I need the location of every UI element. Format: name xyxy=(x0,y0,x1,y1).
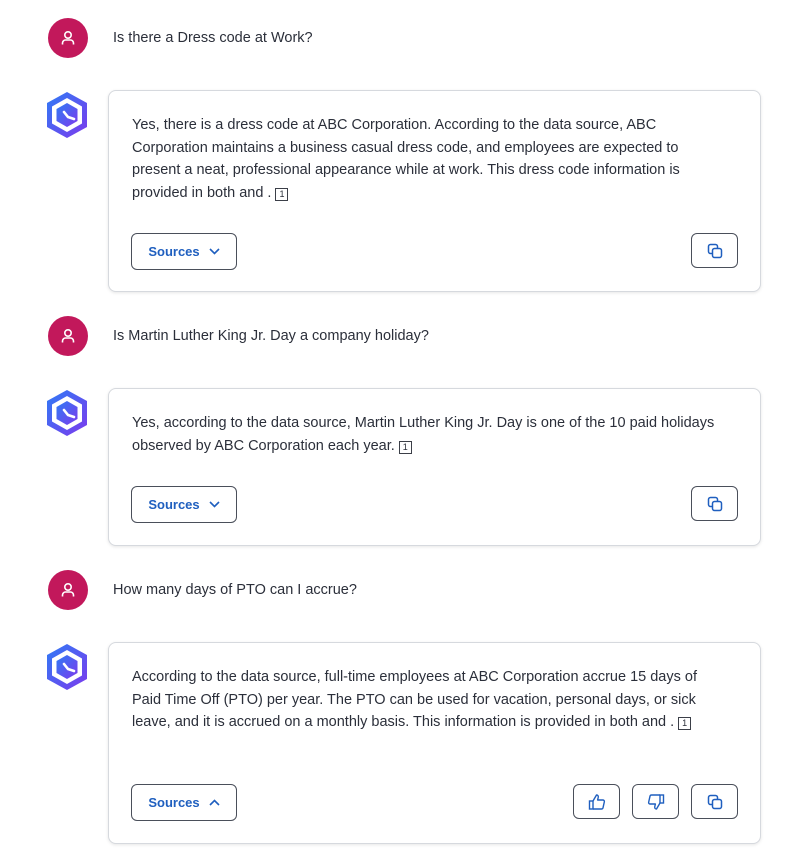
user-avatar xyxy=(48,570,88,610)
copy-icon xyxy=(707,243,722,258)
chevron-down-icon xyxy=(209,248,220,255)
user-question: Is there a Dress code at Work? xyxy=(113,30,313,46)
answer-text: Yes, according to the data source, Marti… xyxy=(132,415,715,454)
citation-marker[interactable]: 1 xyxy=(275,187,289,201)
citation-marker[interactable]: 1 xyxy=(678,717,692,730)
user-question: Is Martin Luther King Jr. Day a company … xyxy=(113,328,429,344)
sources-button[interactable]: Sources xyxy=(131,784,237,821)
user-avatar xyxy=(48,316,88,356)
thumbs-down-button[interactable] xyxy=(632,784,679,819)
assistant-response-text: Yes, according to the data source, Marti… xyxy=(132,412,730,457)
copy-icon xyxy=(707,794,722,809)
chevron-down-icon xyxy=(209,501,220,508)
assistant-response-card: Yes, according to the data source, Marti… xyxy=(108,388,761,546)
sources-button[interactable]: Sources xyxy=(131,486,237,523)
sources-label: Sources xyxy=(148,244,200,259)
citation-marker[interactable]: 1 xyxy=(398,440,412,454)
user-question: How many days of PTO can I accrue? xyxy=(113,582,357,598)
copy-button[interactable] xyxy=(691,233,738,268)
answer-text: According to the data source, full-time … xyxy=(132,669,697,730)
user-icon xyxy=(61,30,75,45)
sources-label: Sources xyxy=(148,497,200,512)
thumbs-up-button[interactable] xyxy=(573,784,620,819)
answer-text: Yes, there is a dress code at ABC Corpor… xyxy=(132,117,680,201)
thumbs-down-icon xyxy=(647,793,664,810)
copy-icon xyxy=(707,496,722,511)
copy-button[interactable] xyxy=(691,784,738,819)
user-icon xyxy=(61,328,75,343)
assistant-response-text: According to the data source, full-time … xyxy=(132,666,730,734)
user-message: How many days of PTO can I accrue? xyxy=(48,570,357,610)
user-message: Is there a Dress code at Work? xyxy=(48,18,313,58)
assistant-response-text: Yes, there is a dress code at ABC Corpor… xyxy=(132,114,730,204)
assistant-response-card: According to the data source, full-time … xyxy=(108,642,761,844)
chevron-up-icon xyxy=(209,799,220,806)
sources-button[interactable]: Sources xyxy=(131,233,237,270)
assistant-logo-icon xyxy=(47,92,87,138)
assistant-logo-icon xyxy=(47,390,87,436)
assistant-response-card: Yes, there is a dress code at ABC Corpor… xyxy=(108,90,761,292)
sources-label: Sources xyxy=(148,795,200,810)
user-avatar xyxy=(48,18,88,58)
copy-button[interactable] xyxy=(691,486,738,521)
user-message: Is Martin Luther King Jr. Day a company … xyxy=(48,316,429,356)
user-icon xyxy=(61,582,75,597)
assistant-logo-icon xyxy=(47,644,87,690)
thumbs-up-icon xyxy=(588,793,605,810)
